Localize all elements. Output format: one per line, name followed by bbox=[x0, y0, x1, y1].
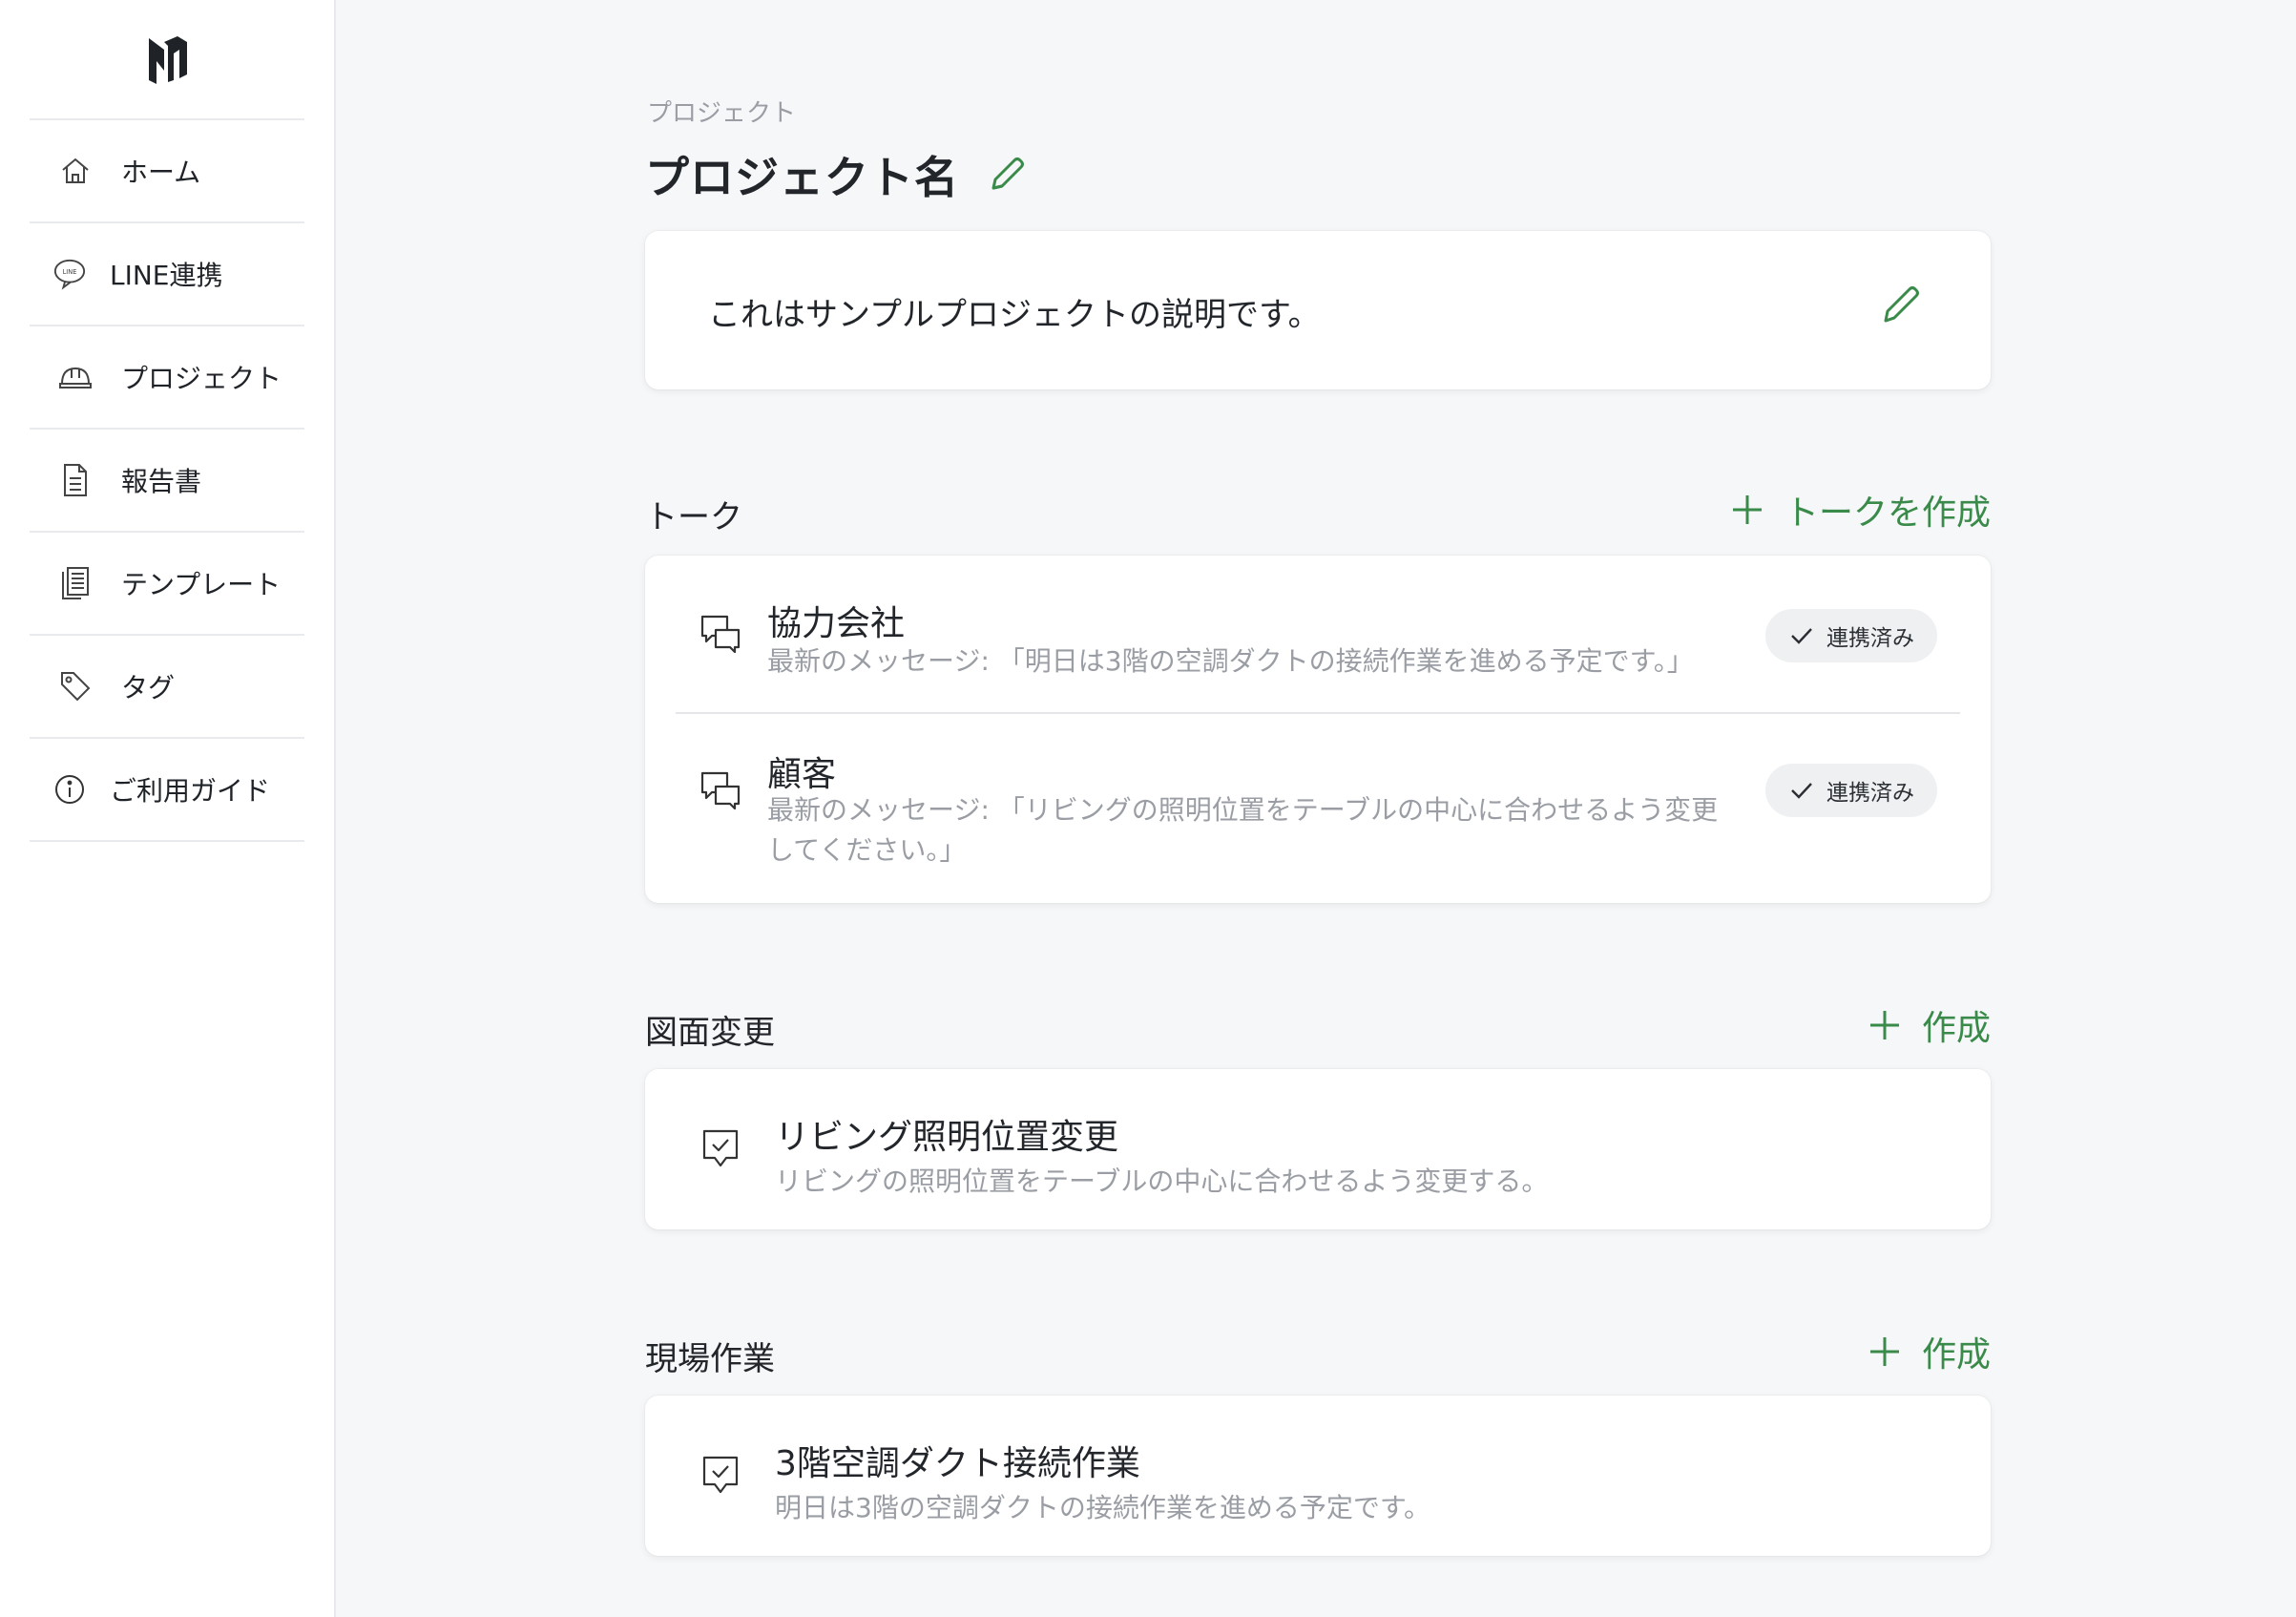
sidebar-item-guide[interactable]: ご利用ガイド bbox=[30, 739, 304, 842]
create-site-work-label: 作成 bbox=[1921, 1335, 1991, 1375]
talk-last-message-line2: してください。」 bbox=[767, 834, 967, 866]
info-icon bbox=[52, 772, 87, 807]
checkmark-icon bbox=[1791, 628, 1812, 644]
site-work-name: 3階空調ダクト接続作業 bbox=[775, 1444, 1140, 1483]
site-work-detail: 明日は3階の空調ダクトの接続作業を進める予定です。 bbox=[775, 1492, 1431, 1523]
linked-status-badge: 連携済み bbox=[1765, 609, 1937, 662]
create-talk-button[interactable]: トークを作成 bbox=[1729, 485, 1991, 535]
sidebar-item-projects[interactable]: プロジェクト bbox=[30, 326, 304, 430]
site-work-section-header: 現場作業 作成 bbox=[645, 1327, 1991, 1378]
talk-name: 協力会社 bbox=[767, 604, 906, 643]
sidebar-item-label: ご利用ガイド bbox=[110, 775, 271, 807]
tag-icon bbox=[58, 669, 93, 704]
page-title: プロジェクト名 bbox=[645, 152, 959, 203]
talk-name: 顧客 bbox=[767, 755, 837, 794]
chat-bubbles-icon bbox=[700, 771, 741, 810]
plus-icon bbox=[1732, 495, 1762, 524]
create-drawing-change-label: 作成 bbox=[1921, 1009, 1991, 1048]
linked-status-badge: 連携済み bbox=[1765, 764, 1937, 817]
checked-message-icon bbox=[702, 1456, 739, 1494]
checkmark-icon bbox=[1791, 783, 1812, 799]
description-card: これはサンプルプロジェクトの説明です。 bbox=[645, 231, 1991, 389]
sidebar-item-line[interactable]: LINE LINE連携 bbox=[30, 223, 304, 326]
drawing-change-detail: リビングの照明位置をテーブルの中心に合わせるよう変更する。 bbox=[775, 1166, 1549, 1197]
sidebar: ホーム LINE LINE連携 プロジェクト 報告書 テンプレート タグ ご利用… bbox=[0, 0, 336, 1617]
chat-bubbles-icon bbox=[700, 615, 741, 654]
site-work-card[interactable]: 3階空調ダクト接続作業 明日は3階の空調ダクトの接続作業を進める予定です。 bbox=[645, 1396, 1991, 1556]
talks-section-title: トーク bbox=[645, 498, 742, 536]
sidebar-item-label: プロジェクト bbox=[121, 363, 282, 394]
drawing-changes-section-title: 図面変更 bbox=[645, 1014, 775, 1052]
sidebar-item-label: タグ bbox=[121, 672, 176, 704]
home-icon bbox=[58, 154, 93, 188]
edit-description-pencil-icon[interactable] bbox=[1878, 283, 1924, 328]
sidebar-nav: ホーム LINE LINE連携 プロジェクト 報告書 テンプレート タグ ご利用… bbox=[30, 118, 304, 842]
linked-status-label: 連携済み bbox=[1826, 781, 1914, 806]
hard-hat-icon bbox=[58, 360, 93, 394]
talk-last-message: 最新のメッセージ: 「明日は3階の空調ダクトの接続作業を進める予定です。」 bbox=[767, 645, 1694, 677]
project-description: これはサンプルプロジェクトの説明です。 bbox=[708, 296, 1321, 334]
app-logo-icon[interactable] bbox=[145, 32, 191, 86]
template-icon bbox=[58, 566, 93, 600]
linked-status-label: 連携済み bbox=[1826, 626, 1914, 651]
plus-icon bbox=[1869, 1011, 1899, 1040]
sidebar-item-templates[interactable]: テンプレート bbox=[30, 533, 304, 636]
sidebar-item-label: 報告書 bbox=[121, 466, 202, 497]
sidebar-item-label: LINE連携 bbox=[110, 260, 223, 291]
create-site-work-button[interactable]: 作成 bbox=[1867, 1327, 1991, 1376]
breadcrumb[interactable]: プロジェクト bbox=[647, 94, 796, 129]
talks-section-header: トーク トークを作成 bbox=[645, 485, 1991, 536]
create-drawing-change-button[interactable]: 作成 bbox=[1867, 1000, 1991, 1050]
document-icon bbox=[58, 463, 93, 497]
create-talk-label: トークを作成 bbox=[1784, 494, 1991, 533]
checked-message-icon bbox=[702, 1129, 739, 1167]
talk-last-message-line1: 最新のメッセージ: 「リビングの照明位置をテーブルの中心に合わせるよう変更 bbox=[767, 794, 1719, 826]
sidebar-item-tags[interactable]: タグ bbox=[30, 636, 304, 739]
page-title-row: プロジェクト名 bbox=[645, 143, 1028, 206]
site-work-section-title: 現場作業 bbox=[645, 1340, 775, 1378]
sidebar-item-reports[interactable]: 報告書 bbox=[30, 430, 304, 533]
drawing-change-card[interactable]: リビング照明位置変更 リビングの照明位置をテーブルの中心に合わせるよう変更する。 bbox=[645, 1069, 1991, 1229]
drawing-change-name: リビング照明位置変更 bbox=[775, 1118, 1119, 1157]
line-chat-icon: LINE bbox=[52, 257, 87, 291]
sidebar-item-home[interactable]: ホーム bbox=[30, 120, 304, 223]
edit-title-pencil-icon[interactable] bbox=[986, 154, 1028, 196]
svg-text:LINE: LINE bbox=[63, 268, 77, 276]
sidebar-item-label: ホーム bbox=[121, 157, 201, 188]
plus-icon bbox=[1869, 1337, 1899, 1366]
talk-row-partner[interactable]: 協力会社 最新のメッセージ: 「明日は3階の空調ダクトの接続作業を進める予定です… bbox=[645, 556, 1991, 712]
sidebar-item-label: テンプレート bbox=[121, 569, 282, 600]
talk-row-customer[interactable]: 顧客 最新のメッセージ: 「リビングの照明位置をテーブルの中心に合わせるよう変更… bbox=[645, 714, 1991, 903]
drawing-changes-section-header: 図面変更 作成 bbox=[645, 1000, 1991, 1052]
talks-card: 協力会社 最新のメッセージ: 「明日は3階の空調ダクトの接続作業を進める予定です… bbox=[645, 556, 1991, 903]
